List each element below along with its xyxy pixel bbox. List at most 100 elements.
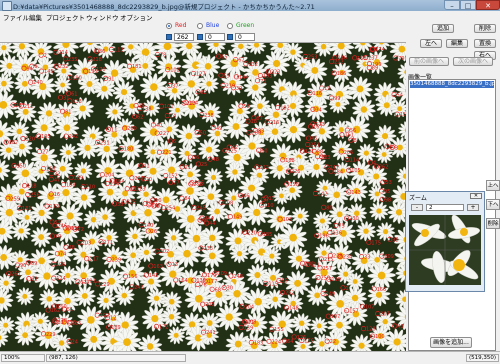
- svg-text:155: 155: [274, 327, 284, 333]
- zoom-window[interactable]: ズーム ✕ - 2 +: [405, 191, 485, 292]
- svg-text:147: 147: [151, 203, 161, 209]
- image-canvas[interactable]: 1234567891011121314151617181920212223242…: [0, 43, 406, 351]
- svg-text:158: 158: [289, 182, 299, 188]
- svg-text:196: 196: [319, 234, 329, 240]
- svg-text:235: 235: [68, 57, 78, 63]
- edit-button[interactable]: 編集: [446, 39, 468, 48]
- svg-text:233: 233: [186, 101, 196, 107]
- remove-image-button[interactable]: 削除: [486, 218, 500, 229]
- svg-text:104: 104: [245, 304, 255, 310]
- svg-text:11: 11: [111, 127, 117, 133]
- svg-text:45: 45: [311, 136, 317, 142]
- svg-text:200: 200: [252, 131, 262, 137]
- next-image-button[interactable]: 次の画像へ: [453, 57, 493, 66]
- svg-text:115: 115: [268, 281, 278, 287]
- svg-text:20: 20: [146, 177, 152, 183]
- svg-text:203: 203: [82, 240, 92, 246]
- svg-text:237: 237: [16, 103, 26, 109]
- app-icon: [2, 1, 12, 11]
- red-radio[interactable]: [166, 23, 172, 29]
- svg-text:62: 62: [137, 114, 143, 120]
- svg-text:35: 35: [392, 237, 398, 243]
- close-button[interactable]: ✕: [476, 0, 500, 10]
- svg-text:198: 198: [66, 183, 76, 189]
- blue-radio[interactable]: [197, 23, 203, 29]
- svg-text:179: 179: [207, 273, 217, 279]
- svg-text:206: 206: [344, 150, 354, 156]
- svg-text:108: 108: [224, 200, 234, 206]
- add-button[interactable]: 追加: [432, 24, 454, 33]
- svg-text:19: 19: [324, 86, 330, 92]
- svg-text:199: 199: [372, 62, 382, 68]
- svg-text:9: 9: [34, 64, 37, 70]
- up-button[interactable]: 上へ: [486, 180, 500, 191]
- svg-text:65: 65: [221, 54, 227, 60]
- svg-text:121: 121: [305, 149, 315, 155]
- svg-text:122: 122: [259, 165, 269, 171]
- svg-text:68: 68: [215, 287, 221, 293]
- svg-text:175: 175: [371, 240, 381, 246]
- svg-text:150: 150: [17, 164, 27, 170]
- svg-text:25: 25: [201, 162, 207, 168]
- svg-text:40: 40: [156, 123, 162, 129]
- svg-text:212: 212: [334, 60, 344, 66]
- svg-text:195: 195: [41, 134, 51, 140]
- svg-text:100: 100: [375, 334, 385, 340]
- zoom-plus-button[interactable]: +: [467, 204, 479, 211]
- svg-text:39: 39: [236, 86, 242, 92]
- svg-text:124: 124: [56, 276, 66, 282]
- svg-text:172: 172: [159, 324, 169, 330]
- svg-text:34: 34: [315, 107, 321, 113]
- svg-text:189: 189: [111, 325, 121, 331]
- svg-text:46: 46: [243, 193, 249, 199]
- svg-text:91: 91: [108, 76, 114, 82]
- green-count: 0: [235, 33, 255, 41]
- svg-text:159: 159: [244, 325, 254, 331]
- svg-text:116: 116: [313, 91, 323, 97]
- green-radio[interactable]: [227, 23, 233, 29]
- svg-text:128: 128: [366, 327, 376, 333]
- add-image-button[interactable]: 画像を追加...: [430, 337, 472, 348]
- svg-text:92: 92: [31, 277, 37, 283]
- replace-button[interactable]: 置換: [474, 39, 496, 48]
- svg-text:174: 174: [375, 47, 385, 53]
- svg-text:210: 210: [86, 185, 96, 191]
- svg-text:162: 162: [51, 308, 61, 314]
- svg-text:94: 94: [26, 66, 32, 72]
- svg-text:216: 216: [270, 120, 280, 126]
- zoom-level-input[interactable]: 2: [426, 204, 464, 211]
- svg-text:229: 229: [46, 332, 56, 338]
- svg-text:208: 208: [247, 320, 257, 326]
- daisy-photo[interactable]: 1234567891011121314151617181920212223242…: [0, 43, 406, 351]
- blue-swatch-icon: [197, 34, 203, 40]
- zoom-close-button[interactable]: ✕: [470, 193, 482, 199]
- svg-text:102: 102: [170, 68, 180, 74]
- svg-text:232: 232: [59, 64, 69, 70]
- left-button[interactable]: 左へ: [420, 39, 442, 48]
- delete-button[interactable]: 削除: [474, 24, 496, 33]
- maximize-button[interactable]: □: [460, 0, 476, 10]
- svg-text:176: 176: [304, 339, 314, 345]
- svg-text:120: 120: [25, 137, 35, 143]
- zoom-minus-button[interactable]: -: [411, 204, 423, 211]
- prev-image-button[interactable]: 前の画像へ: [409, 57, 449, 66]
- svg-text:78: 78: [160, 53, 166, 59]
- svg-text:95: 95: [384, 189, 390, 195]
- green-swatch-icon: [227, 34, 233, 40]
- svg-text:8: 8: [354, 138, 357, 144]
- svg-text:58: 58: [243, 104, 249, 110]
- svg-text:113: 113: [72, 99, 82, 105]
- image-list-item[interactable]: 3501468888_8dc2293829_b.jpg: [410, 81, 494, 88]
- svg-text:186: 186: [337, 71, 347, 77]
- svg-text:110: 110: [264, 203, 274, 209]
- blue-label: Blue: [206, 22, 219, 29]
- svg-text:168: 168: [46, 167, 56, 173]
- svg-text:12: 12: [110, 316, 116, 322]
- svg-text:31: 31: [63, 95, 69, 101]
- svg-text:188: 188: [285, 158, 295, 164]
- svg-text:130: 130: [71, 226, 81, 232]
- down-button[interactable]: 下へ: [486, 199, 500, 210]
- svg-text:166: 166: [377, 287, 387, 293]
- svg-text:129: 129: [100, 282, 110, 288]
- minimize-button[interactable]: –: [444, 0, 460, 10]
